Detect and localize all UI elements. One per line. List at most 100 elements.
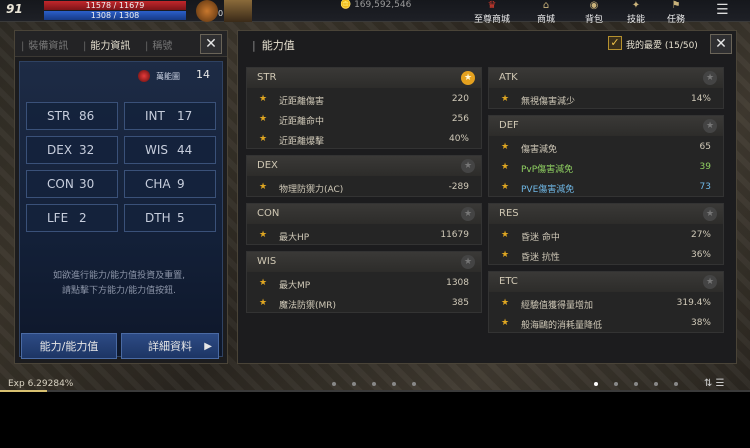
page-dot xyxy=(674,382,678,386)
favorites-checkbox[interactable]: ✓ xyxy=(608,36,622,50)
favorites-label: 我的最愛 (15/50) xyxy=(626,41,698,51)
stat-cha: CHA 9 xyxy=(124,170,216,198)
category-res: RES ★ ★ 昏迷 命中 27% ★ 昏迷 抗性 36% xyxy=(488,203,724,265)
list-item: ★ 近距離命中 256 xyxy=(259,114,469,127)
star-icon: ★ xyxy=(501,250,510,260)
list-item: ★ PVE傷害減免 73 xyxy=(501,182,711,195)
remaining-points-value: 14 xyxy=(196,68,210,81)
list-item: ★ 昏迷 抗性 36% xyxy=(501,250,711,263)
hamburger-menu-icon[interactable]: ☰ xyxy=(716,2,729,18)
list-item: ★ PvP傷害減免 39 xyxy=(501,162,711,175)
menu-premium-shop[interactable]: ♛ 至尊商城 xyxy=(474,0,510,25)
star-icon: ★ xyxy=(259,94,268,104)
star-icon: ★ xyxy=(259,114,268,124)
ability-values-panel: | 能力值 ✓ 我的最愛 (15/50) ✕ STR ★ ★ 近距離傷害 220 … xyxy=(237,30,737,364)
page-dot xyxy=(412,382,416,386)
elixir-icon xyxy=(138,70,150,82)
star-icon: ★ xyxy=(259,298,268,308)
gold-amount: 🪙 169,592,546 xyxy=(340,0,412,10)
list-item: ★ 般海鷗的消耗量降低 38% xyxy=(501,318,711,331)
ability-button[interactable]: 能力/能力值 xyxy=(21,333,117,359)
close-button[interactable]: ✕ xyxy=(200,34,222,54)
list-item: ★ 無視傷害減少 14% xyxy=(501,94,711,107)
star-icon: ★ xyxy=(259,134,268,144)
character-info-panel: | 裝備資訊 | 能力資訊 | 稱號 ✕ 萬能圖 14 STR 86 INT 17 D… xyxy=(14,30,228,364)
stat-wis: WIS 44 xyxy=(124,136,216,164)
category-def: DEF ★ ★ 傷害減免 65 ★ PvP傷害減免 39 ★ PVE傷害減免 7… xyxy=(488,115,724,197)
list-item: ★ 物理防禦力(AC) -289 xyxy=(259,182,469,195)
reset-hint-text: 如欲進行能力/能力值投資及重置, 請點擊下方能力/能力值按鈕. xyxy=(53,271,185,296)
stat-str: STR 86 xyxy=(26,102,118,130)
toggle-hud-icon[interactable]: ⇅ ☰ xyxy=(704,378,725,389)
detail-button[interactable]: 詳細資料 ▶ xyxy=(121,333,219,359)
favorite-star-icon[interactable]: ★ xyxy=(461,255,475,269)
menu-shop[interactable]: ⌂ 商城 xyxy=(528,0,564,25)
favorite-star-icon[interactable]: ★ xyxy=(703,71,717,85)
list-item: ★ 經驗值獲得量增加 319.4% xyxy=(501,298,711,311)
page-dot xyxy=(614,382,618,386)
star-icon: ★ xyxy=(259,230,268,240)
category-etc: ETC ★ ★ 經驗值獲得量增加 319.4% ★ 般海鷗的消耗量降低 38% xyxy=(488,271,724,333)
star-icon: ★ xyxy=(259,278,268,288)
stat-dex: DEX 32 xyxy=(26,136,118,164)
potion-icon[interactable] xyxy=(196,0,218,22)
list-item: ★ 昏迷 命中 27% xyxy=(501,230,711,243)
page-dot xyxy=(654,382,658,386)
star-icon: ★ xyxy=(501,182,510,192)
exp-readout: Exp 6.29284% xyxy=(8,379,74,389)
crown-icon: ♛ xyxy=(487,0,497,11)
favorite-star-icon[interactable]: ★ xyxy=(461,207,475,221)
bag-icon: ◉ xyxy=(589,0,599,11)
favorite-star-icon[interactable]: ★ xyxy=(703,119,717,133)
tab-ability[interactable]: | 能力資訊 xyxy=(83,37,130,52)
favorite-star-icon[interactable]: ★ xyxy=(461,71,475,85)
favorite-star-icon[interactable]: ★ xyxy=(703,207,717,221)
page-dot xyxy=(352,382,356,386)
tab-equipment[interactable]: | 裝備資訊 xyxy=(21,37,68,52)
favorite-star-icon[interactable]: ★ xyxy=(461,159,475,173)
star-icon: ★ xyxy=(501,298,510,308)
remaining-points-label: 萬能圖 xyxy=(156,72,180,81)
page-dot xyxy=(634,382,638,386)
exp-bar xyxy=(0,390,750,392)
tab-title[interactable]: | 稱號 xyxy=(145,37,172,52)
exp-bar-fill xyxy=(0,390,48,392)
star-icon: ★ xyxy=(259,182,268,192)
list-item: ★ 最大HP 11679 xyxy=(259,230,469,243)
skill-icon: ✦ xyxy=(631,0,641,11)
hp-bar: 11578 / 11679 xyxy=(44,1,186,10)
panel-title: | 能力值 xyxy=(252,39,295,52)
stat-lfe: LFE 2 xyxy=(26,204,118,232)
menu-bag[interactable]: ◉ 背包 xyxy=(576,0,612,25)
page-dot xyxy=(594,382,598,386)
info-tabs: | 裝備資訊 | 能力資訊 | 稱號 ✕ xyxy=(15,31,227,57)
page-dot xyxy=(372,382,376,386)
star-icon: ★ xyxy=(501,142,510,152)
stat-int: INT 17 xyxy=(124,102,216,130)
category-str: STR ★ ★ 近距離傷害 220 ★ 近距離命中 256 ★ 近距離爆擊 40… xyxy=(246,67,482,149)
page-dot xyxy=(332,382,336,386)
menu-quest[interactable]: ⚑ 任務 xyxy=(658,0,694,25)
check-icon: ✓ xyxy=(610,36,620,49)
close-button[interactable]: ✕ xyxy=(710,34,732,54)
page-dot xyxy=(392,382,396,386)
list-item: ★ 魔法防禦(MR) 385 xyxy=(259,298,469,311)
quest-icon: ⚑ xyxy=(671,0,681,11)
letterbox xyxy=(0,392,750,448)
close-icon: ✕ xyxy=(205,36,217,52)
ability-summary: 萬能圖 14 STR 86 INT 17 DEX 32 WIS 44 CON 3… xyxy=(19,61,223,357)
play-arrow-icon: ▶ xyxy=(204,341,212,352)
potion-count: 0 xyxy=(218,9,224,18)
list-item: ★ 近距離爆擊 40% xyxy=(259,134,469,147)
list-item: ★ 近距離傷害 220 xyxy=(259,94,469,107)
star-icon: ★ xyxy=(501,230,510,240)
menu-skill[interactable]: ✦ 技能 xyxy=(618,0,654,25)
star-icon: ★ xyxy=(501,162,510,172)
favorite-star-icon[interactable]: ★ xyxy=(703,275,717,289)
character-portrait[interactable] xyxy=(224,0,252,22)
category-wis: WIS ★ ★ 最大MP 1308 ★ 魔法防禦(MR) 385 xyxy=(246,251,482,313)
top-hud: 91 11578 / 11679 1308 / 1308 0 🪙 169,592… xyxy=(0,0,750,25)
category-con: CON ★ ★ 最大HP 11679 xyxy=(246,203,482,245)
star-icon: ★ xyxy=(501,94,510,104)
stat-con: CON 30 xyxy=(26,170,118,198)
